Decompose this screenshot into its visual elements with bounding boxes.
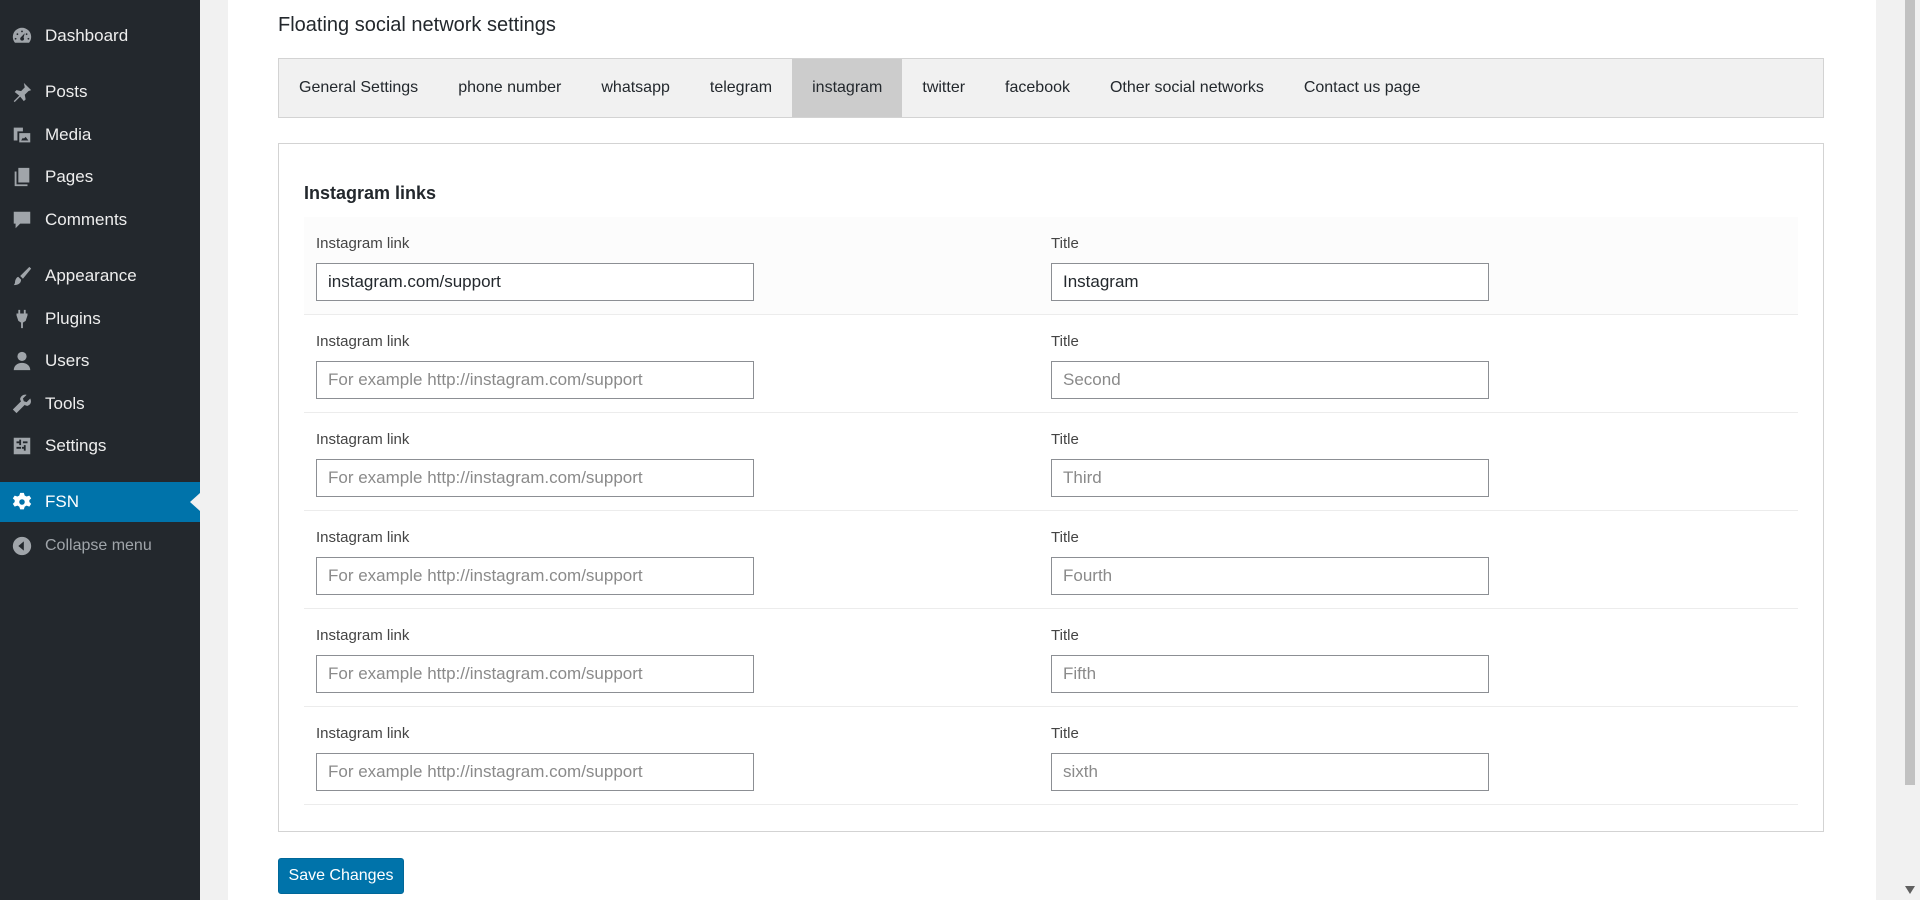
sidebar-item-tools[interactable]: Tools	[0, 384, 200, 424]
gear-icon	[10, 490, 34, 514]
collapse-menu-button[interactable]: Collapse menu	[0, 526, 200, 566]
sidebar-item-label: Settings	[45, 436, 107, 455]
scrollbar-thumb[interactable]	[1905, 0, 1915, 785]
page-scrollbar[interactable]	[1900, 0, 1920, 900]
instagram-link-label: Instagram link	[316, 431, 410, 448]
instagram-link-input-5[interactable]	[316, 655, 754, 693]
current-menu-arrow	[190, 493, 200, 511]
sidebar-item-fsn[interactable]: FSN	[0, 482, 200, 522]
link-row-6: Instagram link Title	[304, 707, 1798, 805]
sidebar-item-plugins[interactable]: Plugins	[0, 299, 200, 339]
sidebar-item-label: Media	[45, 125, 92, 144]
instagram-link-label: Instagram link	[316, 235, 410, 252]
instagram-link-label: Instagram link	[316, 333, 410, 350]
collapse-icon	[10, 534, 34, 558]
wrench-icon	[10, 392, 34, 416]
title-label: Title	[1051, 333, 1079, 350]
instagram-links-form: Instagram links Instagram link Title Ins…	[278, 143, 1824, 832]
sidebar-item-label: Posts	[45, 82, 88, 101]
comment-icon	[10, 208, 34, 232]
page-title: Floating social network settings	[278, 14, 556, 36]
instagram-link-label: Instagram link	[316, 627, 410, 644]
tab-facebook[interactable]: facebook	[985, 59, 1090, 117]
sidebar-item-label: Users	[45, 351, 90, 370]
instagram-link-input-4[interactable]	[316, 557, 754, 595]
title-input-3[interactable]	[1051, 459, 1489, 497]
sidebar-item-label: Comments	[45, 210, 128, 229]
tab-telegram[interactable]: telegram	[690, 59, 792, 117]
sidebar-item-settings[interactable]: Settings	[0, 426, 200, 466]
tab-other-social-networks[interactable]: Other social networks	[1090, 59, 1284, 117]
title-label: Title	[1051, 235, 1079, 252]
settings-tabs: General Settings phone number whatsapp t…	[278, 58, 1824, 118]
sidebar-item-media[interactable]: Media	[0, 115, 200, 155]
link-row-4: Instagram link Title	[304, 511, 1798, 609]
tab-phone-number[interactable]: phone number	[438, 59, 581, 117]
sidebar-item-label: Appearance	[45, 266, 137, 285]
link-row-5: Instagram link Title	[304, 609, 1798, 707]
sidebar-item-comments[interactable]: Comments	[0, 200, 200, 240]
instagram-link-input-3[interactable]	[316, 459, 754, 497]
tab-instagram[interactable]: instagram	[792, 59, 903, 117]
section-heading: Instagram links	[304, 183, 437, 203]
tab-twitter[interactable]: twitter	[902, 59, 985, 117]
title-input-5[interactable]	[1051, 655, 1489, 693]
tab-contact-us-page[interactable]: Contact us page	[1284, 59, 1441, 117]
sidebar-item-label: Collapse menu	[45, 537, 152, 554]
title-input-4[interactable]	[1051, 557, 1489, 595]
tab-general-settings[interactable]: General Settings	[279, 59, 438, 117]
link-row-3: Instagram link Title	[304, 413, 1798, 511]
sidebar-item-posts[interactable]: Posts	[0, 72, 200, 112]
title-input-1[interactable]	[1051, 263, 1489, 301]
title-label: Title	[1051, 431, 1079, 448]
title-label: Title	[1051, 725, 1079, 742]
title-input-6[interactable]	[1051, 753, 1489, 791]
brush-icon	[10, 264, 34, 288]
settings-sliders-icon	[10, 434, 34, 458]
sidebar-item-users[interactable]: Users	[0, 341, 200, 381]
media-icon	[10, 123, 34, 147]
save-changes-button[interactable]: Save Changes	[278, 858, 404, 894]
tab-whatsapp[interactable]: whatsapp	[581, 59, 690, 117]
instagram-link-label: Instagram link	[316, 725, 410, 742]
plug-icon	[10, 307, 34, 331]
user-icon	[10, 349, 34, 373]
sidebar-item-label: FSN	[45, 492, 79, 511]
instagram-link-input-2[interactable]	[316, 361, 754, 399]
sidebar-item-label: Tools	[45, 394, 85, 413]
sidebar-item-label: Pages	[45, 167, 94, 186]
title-input-2[interactable]	[1051, 361, 1489, 399]
title-label: Title	[1051, 529, 1079, 546]
wp-admin-screen: Dashboard Posts Media Pages Comments App…	[0, 0, 1920, 900]
sidebar-item-pages[interactable]: Pages	[0, 157, 200, 197]
dashboard-icon	[10, 24, 34, 48]
link-row-1: Instagram link Title	[304, 217, 1798, 315]
sidebar-item-appearance[interactable]: Appearance	[0, 256, 200, 296]
instagram-link-label: Instagram link	[316, 529, 410, 546]
admin-sidebar: Dashboard Posts Media Pages Comments App…	[0, 0, 200, 900]
sidebar-item-label: Plugins	[45, 309, 101, 328]
sidebar-item-dashboard[interactable]: Dashboard	[0, 16, 200, 56]
instagram-link-input-1[interactable]	[316, 263, 754, 301]
scroll-down-arrow-icon[interactable]	[1900, 882, 1920, 898]
link-row-2: Instagram link Title	[304, 315, 1798, 413]
sidebar-item-label: Dashboard	[45, 26, 129, 45]
instagram-link-input-6[interactable]	[316, 753, 754, 791]
pages-icon	[10, 165, 34, 189]
pin-icon	[10, 80, 34, 104]
title-label: Title	[1051, 627, 1079, 644]
